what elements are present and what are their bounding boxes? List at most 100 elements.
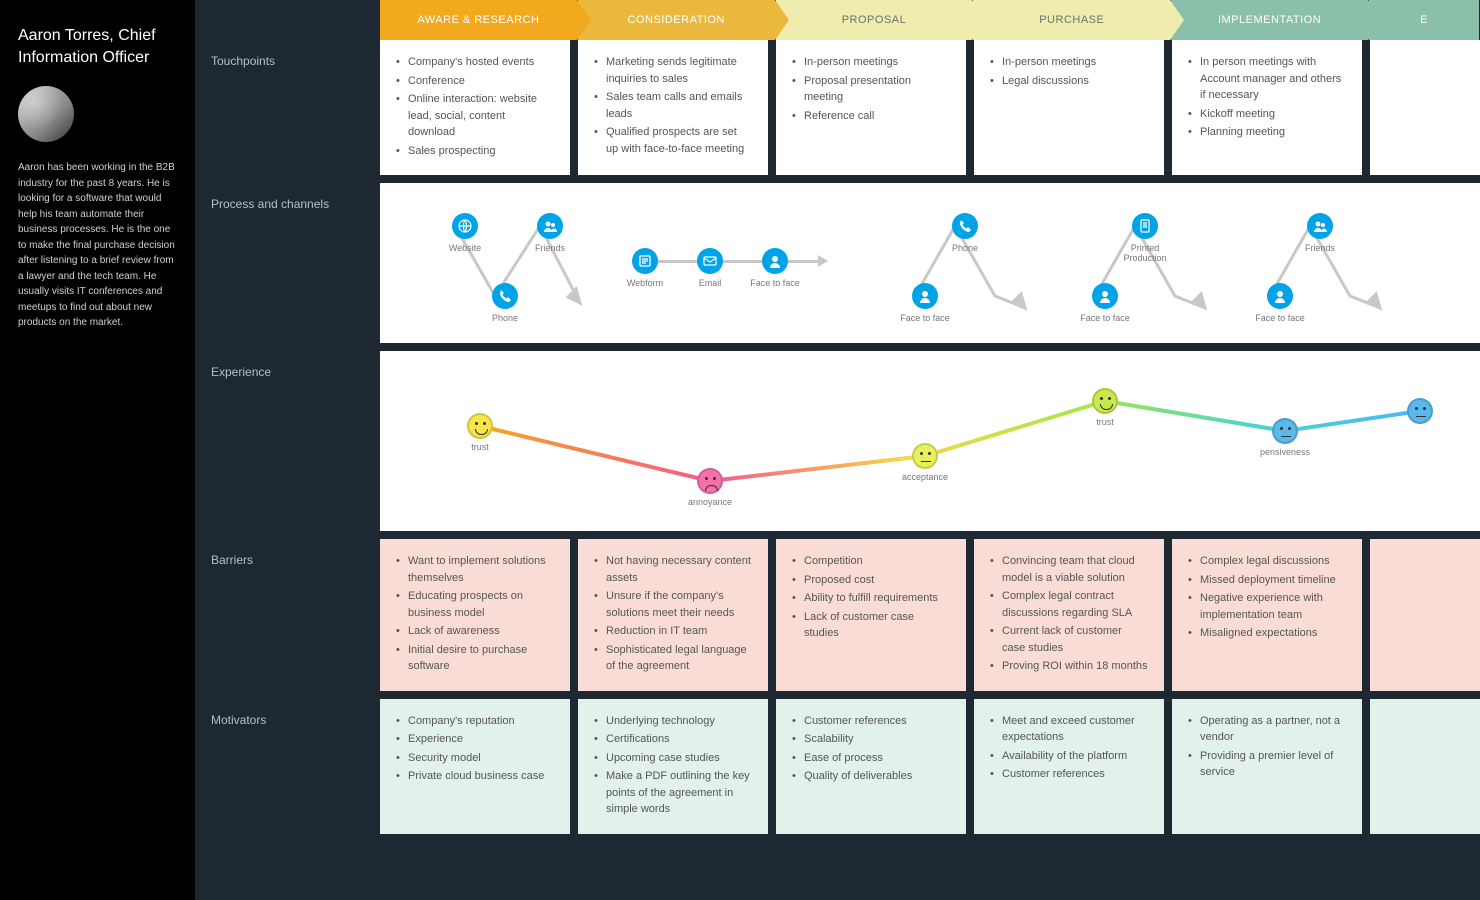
experience-canvas: trustannoyanceacceptancetrustpensiveness	[380, 351, 1480, 531]
cell: In person meetings with Account manager …	[1172, 40, 1362, 175]
persona-avatar	[18, 86, 74, 142]
list-item: Legal discussions	[990, 73, 1148, 90]
list-item: Availability of the platform	[990, 748, 1148, 765]
journey-map: Aaron Torres, Chief Information Officer …	[0, 0, 1480, 900]
list-item: Company's reputation	[396, 713, 554, 730]
list-item: Complex legal contract discussions regar…	[990, 588, 1148, 621]
print-icon	[1132, 213, 1158, 239]
stage-cut[interactable]: E	[1369, 0, 1479, 40]
list-item: Lack of customer case studies	[792, 609, 950, 642]
list-item: Conference	[396, 73, 554, 90]
process-canvas: WebsitePhoneFriendsWebformEmailFace to f…	[380, 183, 1480, 343]
list-item: Initial desire to purchase software	[396, 642, 554, 675]
list-item: Proving ROI within 18 months	[990, 658, 1148, 675]
list-item: Unsure if the company's solutions meet t…	[594, 588, 752, 621]
cell: Operating as a partner, not a vendorProv…	[1172, 699, 1362, 834]
stage-aware[interactable]: AWARE & RESEARCH	[380, 0, 577, 40]
stage-implementation[interactable]: IMPLEMENTATION	[1171, 0, 1368, 40]
emotion-label: annoyance	[670, 497, 750, 507]
face-icon	[1267, 283, 1293, 309]
list-item: Quality of deliverables	[792, 768, 950, 785]
list-item: Reduction in IT team	[594, 623, 752, 640]
emotion-pensiveness	[1272, 418, 1298, 444]
list-item: Marketing sends legitimate inquiries to …	[594, 54, 752, 87]
phone-icon	[492, 283, 518, 309]
cell: Complex legal discussionsMissed deployme…	[1172, 539, 1362, 691]
channel-label: Printed Production	[1110, 243, 1180, 263]
channel-print: Printed Production	[1110, 213, 1180, 263]
list-item: Upcoming case studies	[594, 750, 752, 767]
emotion-label: acceptance	[885, 472, 965, 482]
emotion-trust	[467, 413, 493, 439]
list-item: Online interaction: website lead, social…	[396, 91, 554, 141]
list-item: Complex legal discussions	[1188, 553, 1346, 570]
list-item: Ability to fulfill requirements	[792, 590, 950, 607]
list-item: Sales team calls and emails leads	[594, 89, 752, 122]
list-item: Want to implement solutions themselves	[396, 553, 554, 586]
label-experience: Experience	[195, 351, 380, 531]
list-item: Company's hosted events	[396, 54, 554, 71]
label-motivators: Motivators	[195, 699, 380, 834]
channel-label: Website	[430, 243, 500, 253]
list-item: Convincing team that cloud model is a vi…	[990, 553, 1148, 586]
channel-label: Face to face	[1245, 313, 1315, 323]
cell	[1370, 699, 1480, 834]
channel-face: Face to face	[890, 283, 960, 323]
stage-header: AWARE & RESEARCH CONSIDERATION PROPOSAL …	[195, 0, 1480, 40]
friends-icon	[1307, 213, 1333, 239]
list-item: Providing a premier level of service	[1188, 748, 1346, 781]
friends-icon	[537, 213, 563, 239]
cell	[1370, 40, 1480, 175]
list-item: Meet and exceed customer expectations	[990, 713, 1148, 746]
channel-globe: Website	[430, 213, 500, 253]
emotion-label: trust	[440, 442, 520, 452]
channel-label: Friends	[515, 243, 585, 253]
emotion-label: pensiveness	[1245, 447, 1325, 457]
globe-icon	[452, 213, 478, 239]
list-item: Current lack of customer case studies	[990, 623, 1148, 656]
label-barriers: Barriers	[195, 539, 380, 691]
cell: In-person meetings Legal discussions	[974, 40, 1164, 175]
list-item: Proposal presentation meeting	[792, 73, 950, 106]
label-touchpoints: Touchpoints	[195, 40, 380, 175]
row-process: Process and channels WebsitePhoneFriends…	[195, 183, 1480, 343]
phone-icon	[952, 213, 978, 239]
row-barriers: Barriers Want to implement solutions the…	[195, 539, 1480, 691]
channel-label: Face to face	[890, 313, 960, 323]
cell: Underlying technologyCertificationsUpcom…	[578, 699, 768, 834]
list-item: Ease of process	[792, 750, 950, 767]
cell: Company's hosted events ConferenceOnline …	[380, 40, 570, 175]
list-item: Scalability	[792, 731, 950, 748]
cell: Company's reputationExperienceSecurity m…	[380, 699, 570, 834]
cell: Not having necessary content assetsUnsur…	[578, 539, 768, 691]
list-item: Reference call	[792, 108, 950, 125]
stage-proposal[interactable]: PROPOSAL	[776, 0, 973, 40]
list-item: Planning meeting	[1188, 124, 1346, 141]
list-item: In person meetings with Account manager …	[1188, 54, 1346, 104]
list-item: Customer references	[990, 766, 1148, 783]
list-item: Not having necessary content assets	[594, 553, 752, 586]
persona-sidebar: Aaron Torres, Chief Information Officer …	[0, 0, 195, 900]
list-item: Sales prospecting	[396, 143, 554, 160]
cell: Want to implement solutions themselvesEd…	[380, 539, 570, 691]
list-item: Make a PDF outlining the key points of t…	[594, 768, 752, 818]
channel-email: Email	[675, 248, 745, 288]
row-motivators: Motivators Company's reputationExperienc…	[195, 699, 1480, 834]
list-item: In-person meetings	[792, 54, 950, 71]
list-item: Security model	[396, 750, 554, 767]
stage-purchase[interactable]: PURCHASE	[973, 0, 1170, 40]
face-icon	[912, 283, 938, 309]
persona-bio: Aaron has been working in the B2B indust…	[18, 160, 177, 331]
cell: In-person meetings Proposal presentation …	[776, 40, 966, 175]
list-item: In-person meetings	[990, 54, 1148, 71]
persona-name: Aaron Torres, Chief Information Officer	[18, 25, 177, 68]
list-item: Operating as a partner, not a vendor	[1188, 713, 1346, 746]
list-item: Lack of awareness	[396, 623, 554, 640]
face-icon	[1092, 283, 1118, 309]
channel-face: Face to face	[740, 248, 810, 288]
cell: Convincing team that cloud model is a vi…	[974, 539, 1164, 691]
stage-consideration[interactable]: CONSIDERATION	[578, 0, 775, 40]
emotion-acceptance	[912, 443, 938, 469]
list-item: Competition	[792, 553, 950, 570]
cell: CompetitionProposed costAbility to fulfi…	[776, 539, 966, 691]
